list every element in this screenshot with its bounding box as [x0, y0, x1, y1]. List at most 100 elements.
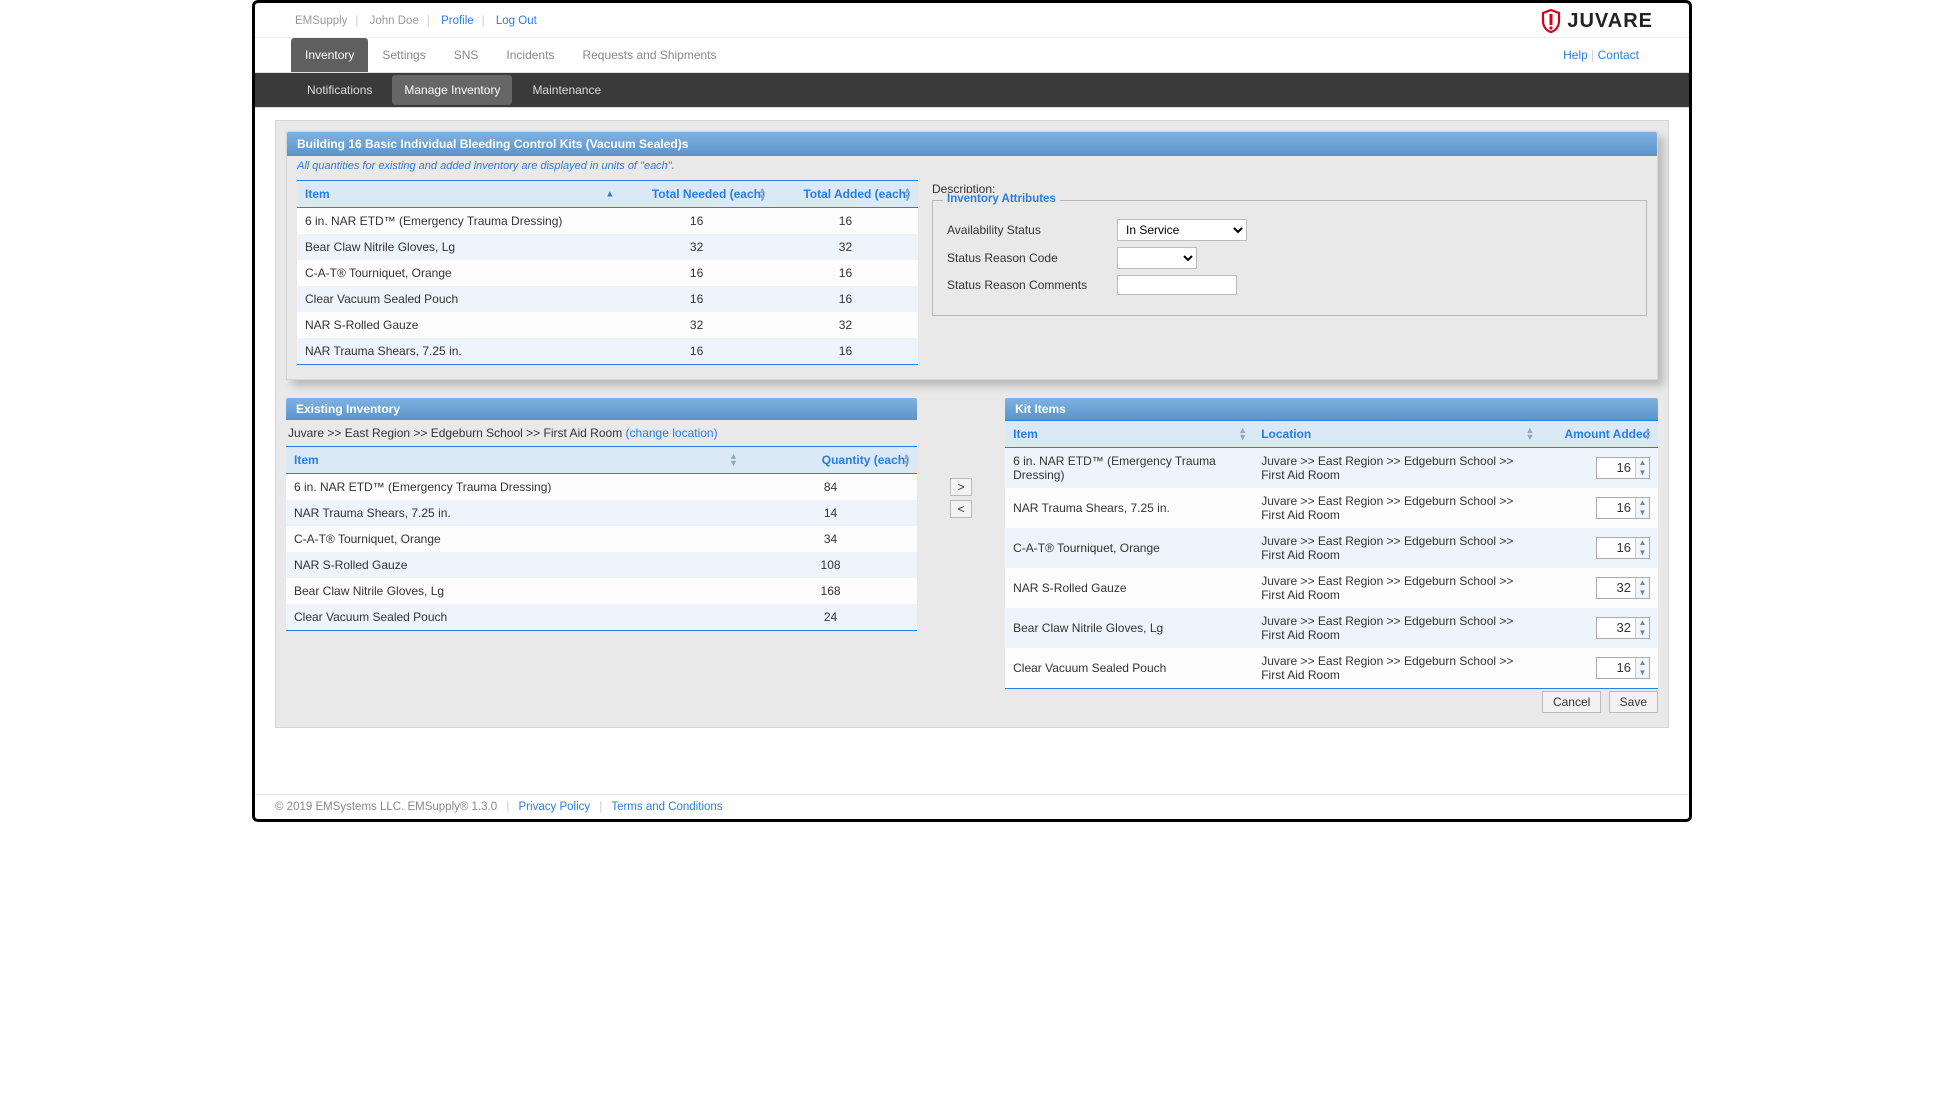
step-down-icon[interactable]: ▼ — [1636, 628, 1649, 638]
col-item[interactable]: Item ▲ — [297, 181, 620, 208]
col-ex-qty[interactable]: Quantity (each) ▲▼ — [744, 447, 917, 474]
amount-spinner[interactable]: 32▲▼ — [1596, 577, 1650, 599]
step-up-icon[interactable]: ▲ — [1636, 618, 1649, 628]
col-ex-item[interactable]: Item ▲▼ — [286, 447, 744, 474]
change-location-link[interactable]: (change location) — [626, 426, 718, 440]
tab-incidents[interactable]: Incidents — [492, 38, 568, 72]
subtab-maintenance[interactable]: Maintenance — [520, 75, 613, 105]
table-row[interactable]: Clear Vacuum Sealed Pouch1616 — [297, 286, 918, 312]
contact-link[interactable]: Contact — [1598, 48, 1639, 62]
cell-added: 16 — [773, 286, 918, 312]
cell-added: 16 — [773, 338, 918, 364]
step-down-icon[interactable]: ▼ — [1636, 508, 1649, 518]
logout-link[interactable]: Log Out — [492, 15, 541, 27]
table-row[interactable]: NAR Trauma Shears, 7.25 in.14 — [286, 500, 917, 526]
col-ki-amount[interactable]: Amount Added ▲▼ — [1540, 421, 1658, 448]
table-row[interactable]: Clear Vacuum Sealed PouchJuvare >> East … — [1005, 648, 1658, 688]
subtab-manage-inventory[interactable]: Manage Inventory — [392, 75, 512, 105]
step-up-icon[interactable]: ▲ — [1636, 578, 1649, 588]
user-name: John Doe — [366, 15, 423, 27]
cell-qty: 84 — [744, 474, 917, 501]
cancel-button[interactable]: Cancel — [1542, 691, 1601, 713]
table-row[interactable]: NAR S-Rolled Gauze3232 — [297, 312, 918, 338]
table-row[interactable]: NAR Trauma Shears, 7.25 in.1616 — [297, 338, 918, 364]
table-row[interactable]: Clear Vacuum Sealed Pouch24 — [286, 604, 917, 630]
step-up-icon[interactable]: ▲ — [1636, 538, 1649, 548]
table-row[interactable]: NAR S-Rolled GauzeJuvare >> East Region … — [1005, 568, 1658, 608]
amount-spinner[interactable]: 16▲▼ — [1596, 497, 1650, 519]
step-down-icon[interactable]: ▼ — [1636, 548, 1649, 558]
kit-note: All quantities for existing and added in… — [287, 156, 1657, 176]
col-ki-location[interactable]: Location ▲▼ — [1253, 421, 1540, 448]
save-button[interactable]: Save — [1609, 691, 1658, 713]
table-row[interactable]: NAR S-Rolled Gauze108 — [286, 552, 917, 578]
cell-item: C-A-T® Tourniquet, Orange — [1005, 528, 1253, 568]
add-to-kit-button[interactable]: > — [950, 478, 972, 496]
amount-spinner[interactable]: 32▲▼ — [1596, 617, 1650, 639]
cell-amount: 32▲▼ — [1540, 568, 1658, 608]
amount-value: 16 — [1597, 498, 1635, 518]
cell-added: 32 — [773, 312, 918, 338]
table-row[interactable]: 6 in. NAR ETD™ (Emergency Trauma Dressin… — [297, 208, 918, 235]
status-reason-comments-input[interactable] — [1117, 275, 1237, 295]
cell-item: Bear Claw Nitrile Gloves, Lg — [286, 578, 744, 604]
fieldset-legend: Inventory Attributes — [943, 193, 1060, 205]
cell-added: 32 — [773, 234, 918, 260]
remove-from-kit-button[interactable]: < — [950, 500, 972, 518]
step-up-icon[interactable]: ▲ — [1636, 498, 1649, 508]
table-row[interactable]: Bear Claw Nitrile Gloves, Lg168 — [286, 578, 917, 604]
step-down-icon[interactable]: ▼ — [1636, 668, 1649, 678]
copyright-text: © 2019 EMSystems LLC. EMSupply® 1.3.0 — [275, 801, 497, 813]
table-row[interactable]: Bear Claw Nitrile Gloves, Lg3232 — [297, 234, 918, 260]
col-needed[interactable]: Total Needed (each) ▲▼ — [620, 181, 773, 208]
tab-sns[interactable]: SNS — [440, 38, 493, 72]
profile-link[interactable]: Profile — [437, 15, 478, 27]
cell-needed: 16 — [620, 208, 773, 235]
table-row[interactable]: C-A-T® Tourniquet, Orange34 — [286, 526, 917, 552]
amount-spinner[interactable]: 16▲▼ — [1596, 657, 1650, 679]
cell-item: Clear Vacuum Sealed Pouch — [297, 286, 620, 312]
table-row[interactable]: 6 in. NAR ETD™ (Emergency Trauma Dressin… — [1005, 448, 1658, 489]
table-row[interactable]: NAR Trauma Shears, 7.25 in.Juvare >> Eas… — [1005, 488, 1658, 528]
availability-status-label: Availability Status — [947, 223, 1097, 237]
col-added[interactable]: Total Added (each) ▲▼ — [773, 181, 918, 208]
privacy-link[interactable]: Privacy Policy — [519, 801, 591, 813]
status-reason-code-label: Status Reason Code — [947, 251, 1097, 265]
cell-location: Juvare >> East Region >> Edgeburn School… — [1253, 488, 1540, 528]
brand-text: JUVARE — [1567, 10, 1653, 33]
amount-spinner[interactable]: 16▲▼ — [1596, 537, 1650, 559]
subtab-notifications[interactable]: Notifications — [295, 75, 384, 105]
availability-status-select[interactable]: In Service — [1117, 219, 1247, 241]
status-reason-code-select[interactable] — [1117, 247, 1197, 269]
terms-link[interactable]: Terms and Conditions — [611, 801, 722, 813]
sort-icon: ▲▼ — [758, 187, 767, 201]
cell-qty: 34 — [744, 526, 917, 552]
table-row[interactable]: C-A-T® Tourniquet, Orange1616 — [297, 260, 918, 286]
tab-requests[interactable]: Requests and Shipments — [568, 38, 730, 72]
step-up-icon[interactable]: ▲ — [1636, 458, 1649, 468]
cell-item: NAR Trauma Shears, 7.25 in. — [286, 500, 744, 526]
cell-added: 16 — [773, 208, 918, 235]
cell-item: C-A-T® Tourniquet, Orange — [286, 526, 744, 552]
inventory-attributes-fieldset: Inventory Attributes Availability Status… — [932, 200, 1647, 316]
step-up-icon[interactable]: ▲ — [1636, 658, 1649, 668]
app-name: EMSupply — [291, 15, 351, 27]
cell-item: NAR S-Rolled Gauze — [297, 312, 620, 338]
table-row[interactable]: 6 in. NAR ETD™ (Emergency Trauma Dressin… — [286, 474, 917, 501]
shield-icon — [1541, 9, 1561, 33]
col-ki-item[interactable]: Item ▲▼ — [1005, 421, 1253, 448]
cell-location: Juvare >> East Region >> Edgeburn School… — [1253, 608, 1540, 648]
cell-needed: 16 — [620, 260, 773, 286]
table-row[interactable]: C-A-T® Tourniquet, OrangeJuvare >> East … — [1005, 528, 1658, 568]
breadcrumb: Juvare >> East Region >> Edgeburn School… — [286, 420, 917, 446]
help-link[interactable]: Help — [1563, 48, 1588, 62]
step-down-icon[interactable]: ▼ — [1636, 468, 1649, 478]
cell-item: Bear Claw Nitrile Gloves, Lg — [297, 234, 620, 260]
tab-settings[interactable]: Settings — [368, 38, 439, 72]
cell-item: Clear Vacuum Sealed Pouch — [1005, 648, 1253, 688]
existing-inventory-title: Existing Inventory — [286, 398, 917, 420]
amount-spinner[interactable]: 16▲▼ — [1596, 457, 1650, 479]
tab-inventory[interactable]: Inventory — [291, 38, 368, 72]
step-down-icon[interactable]: ▼ — [1636, 588, 1649, 598]
table-row[interactable]: Bear Claw Nitrile Gloves, LgJuvare >> Ea… — [1005, 608, 1658, 648]
